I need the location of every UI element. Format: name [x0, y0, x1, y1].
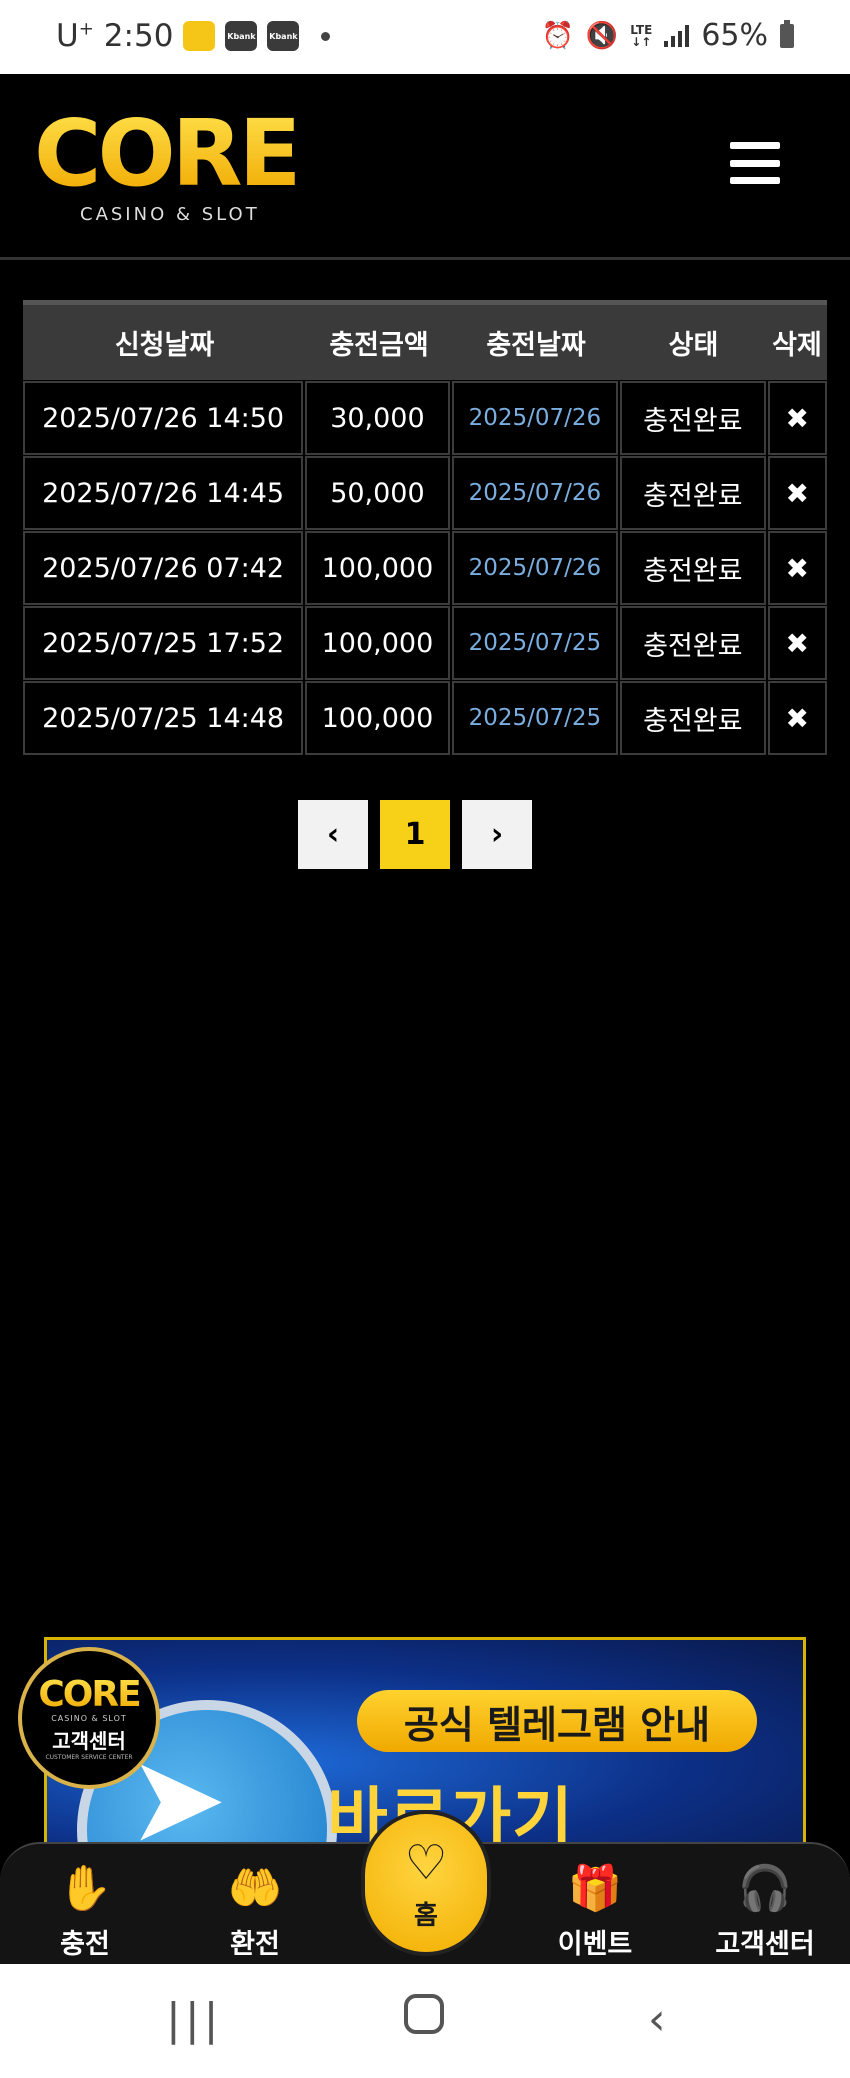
deposit-history-table: 신청날짜 충전금액 충전날짜 상태 삭제 2025/07/26 14:50 30…: [23, 300, 827, 755]
back-icon[interactable]: ‹: [648, 1994, 666, 2045]
customer-service-float-button[interactable]: CORE CASINO & SLOT 고객센터 CUSTOMER SERVICE…: [18, 1647, 160, 1789]
signal-bars-icon: [664, 24, 690, 47]
recent-apps-icon[interactable]: |||: [166, 1994, 222, 2045]
amount-cell: 50,000: [305, 456, 450, 530]
status-cell: 충전완료: [620, 456, 766, 530]
page-number-button[interactable]: 1: [380, 800, 450, 869]
amount-cell: 100,000: [305, 531, 450, 605]
nav-support-label: 고객센터: [715, 1929, 815, 1960]
status-bar: U+ 2:50 Kbank Kbank ⏰ 🔇 LTE ↓↑ 65%: [0, 0, 850, 74]
nav-withdraw[interactable]: 🤲 환전: [195, 1858, 315, 1961]
amount-cell: 100,000: [305, 606, 450, 680]
home-icon[interactable]: [404, 1994, 444, 2034]
gift-icon: 🎁: [567, 1863, 623, 1914]
mute-icon: 🔇: [585, 20, 619, 51]
home-heart-icon: ♡: [404, 1834, 448, 1891]
nav-deposit-label: 충전: [60, 1929, 110, 1960]
request-date-cell: 2025/07/26 07:42: [23, 531, 304, 605]
table-row: 2025/07/26 07:42 100,000 2025/07/26 충전완료…: [23, 531, 827, 605]
close-icon: ✖: [785, 476, 810, 510]
logo-tagline: CASINO & SLOT: [80, 204, 260, 225]
site-header: CORE CASINO & SLOT: [0, 74, 850, 260]
deposit-date-cell: 2025/07/25: [451, 606, 619, 680]
clock: 2:50: [103, 18, 174, 54]
next-page-button[interactable]: ›: [462, 800, 532, 869]
nav-withdraw-label: 환전: [230, 1929, 280, 1960]
table-row: 2025/07/26 14:50 30,000 2025/07/26 충전완료 …: [23, 381, 827, 455]
status-cell: 충전완료: [620, 381, 766, 455]
table-row: 2025/07/25 17:52 100,000 2025/07/25 충전완료…: [23, 606, 827, 680]
logo-wordmark: CORE: [34, 100, 301, 207]
notification-app-icon: [183, 21, 216, 51]
lte-icon: LTE ↓↑: [630, 22, 653, 49]
menu-icon[interactable]: [730, 142, 780, 184]
deposit-date-cell: 2025/07/26: [451, 456, 619, 530]
banner-pill-text: 공식 텔레그램 안내: [357, 1690, 757, 1752]
table-header: 신청날짜 충전금액 충전날짜 상태 삭제: [23, 300, 827, 380]
nav-home-button[interactable]: ♡ 홈: [361, 1810, 491, 1956]
delete-button[interactable]: ✖: [767, 456, 827, 530]
delete-button[interactable]: ✖: [767, 381, 827, 455]
nav-deposit[interactable]: ✋ 충전: [25, 1858, 145, 1961]
table-row: 2025/07/26 14:45 50,000 2025/07/26 충전완료 …: [23, 456, 827, 530]
deposit-date-cell: 2025/07/26: [451, 381, 619, 455]
core-logo[interactable]: CORE CASINO & SLOT: [34, 100, 324, 226]
status-bar-right: ⏰ 🔇 LTE ↓↑ 65%: [542, 18, 794, 53]
delete-button[interactable]: ✖: [767, 531, 827, 605]
kbank-notification-icon: Kbank: [225, 21, 258, 51]
close-icon: ✖: [785, 551, 810, 585]
status-cell: 충전완료: [620, 531, 766, 605]
deposit-hand-icon: ✋: [57, 1863, 113, 1914]
column-header-delete: 삭제: [772, 330, 822, 361]
close-icon: ✖: [785, 626, 810, 660]
close-icon: ✖: [785, 401, 810, 435]
nav-event-label: 이벤트: [557, 1929, 633, 1960]
deposit-date-cell: 2025/07/25: [451, 681, 619, 755]
request-date-cell: 2025/07/26 14:45: [23, 456, 304, 530]
prev-page-button[interactable]: ‹: [298, 800, 368, 869]
system-nav-bar: ||| ‹: [0, 1964, 850, 2078]
request-date-cell: 2025/07/25 17:52: [23, 606, 304, 680]
chevron-right-icon: ›: [490, 817, 504, 852]
battery-percent: 65%: [701, 18, 768, 53]
status-bar-left: U+ 2:50 Kbank Kbank: [56, 18, 331, 54]
battery-icon: [780, 19, 794, 48]
amount-cell: 100,000: [305, 681, 450, 755]
chevron-left-icon: ‹: [326, 817, 340, 852]
pagination: ‹ 1 ›: [298, 800, 532, 869]
nav-home-label: 홈: [414, 1900, 438, 1931]
column-header-request-date: 신청날짜: [114, 330, 215, 361]
status-cell: 충전완료: [620, 681, 766, 755]
request-date-cell: 2025/07/25 14:48: [23, 681, 304, 755]
more-notifications-dot-icon: [321, 31, 331, 41]
headset-icon: 🎧: [737, 1863, 793, 1914]
cs-subtitle: CUSTOMER SERVICE CENTER: [45, 1753, 133, 1761]
cs-title: 고객센터: [52, 1728, 126, 1753]
nav-support[interactable]: 🎧 고객센터: [705, 1858, 825, 1961]
table-row: 2025/07/25 14:48 100,000 2025/07/25 충전완료…: [23, 681, 827, 755]
column-header-deposit-date: 충전날짜: [486, 330, 586, 361]
close-icon: ✖: [785, 701, 810, 735]
kbank-notification-icon: Kbank: [267, 21, 300, 51]
deposit-date-cell: 2025/07/26: [451, 531, 619, 605]
delete-button[interactable]: ✖: [767, 606, 827, 680]
request-date-cell: 2025/07/26 14:50: [23, 381, 304, 455]
cs-logo-sub: CASINO & SLOT: [51, 1713, 127, 1723]
amount-cell: 30,000: [305, 381, 450, 455]
status-cell: 충전완료: [620, 606, 766, 680]
withdraw-hand-icon: 🤲: [227, 1863, 283, 1914]
column-header-amount: 충전금액: [329, 330, 429, 361]
column-header-status: 상태: [668, 330, 719, 361]
cs-logo: CORE: [38, 1673, 141, 1715]
delete-button[interactable]: ✖: [767, 681, 827, 755]
carrier-label: U+: [56, 18, 94, 54]
alarm-icon: ⏰: [541, 20, 574, 51]
nav-event[interactable]: 🎁 이벤트: [535, 1858, 655, 1961]
